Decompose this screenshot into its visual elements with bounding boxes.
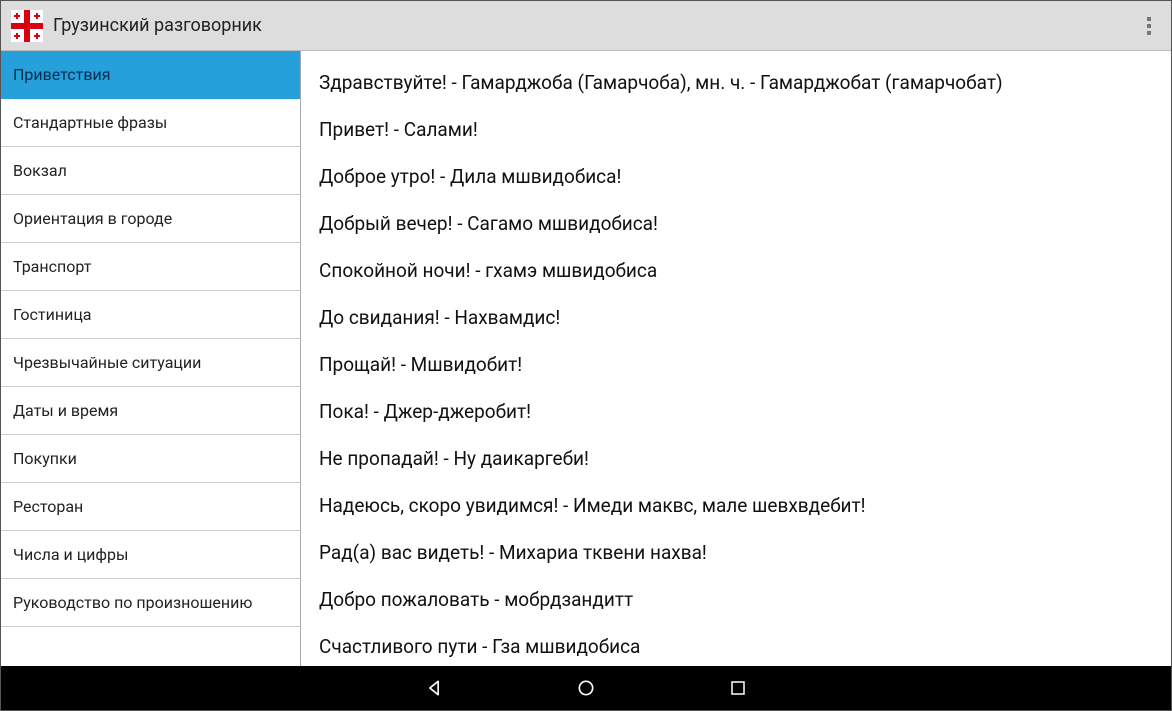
- sidebar-item-label: Чрезвычайные ситуации: [13, 353, 201, 372]
- sidebar-item-label: Руководство по произношению: [13, 593, 252, 612]
- sidebar-item-9[interactable]: Ресторан: [1, 483, 300, 531]
- phrase-item[interactable]: Спокойной ночи! - гхамэ мшвидобиса: [319, 259, 1153, 282]
- nav-recent-icon[interactable]: [727, 677, 749, 699]
- sidebar-item-label: Даты и время: [13, 401, 118, 420]
- app-frame: Грузинский разговорник Приветствия Станда…: [0, 0, 1172, 711]
- sidebar-item-label: Покупки: [13, 449, 77, 468]
- sidebar-item-label: Числа и цифры: [13, 545, 128, 564]
- sidebar-item-6[interactable]: Чрезвычайные ситуации: [1, 339, 300, 387]
- phrase-item[interactable]: Не пропадай! - Ну даикаргеби!: [319, 447, 1153, 470]
- sidebar-item-8[interactable]: Покупки: [1, 435, 300, 483]
- sidebar-item-label: Гостиница: [13, 305, 92, 324]
- sidebar: Приветствия Стандартные фразы Вокзал Ориент…: [1, 51, 301, 666]
- phrase-item[interactable]: Добро пожаловать - мобрдзандитт: [319, 588, 1153, 611]
- sidebar-item-7[interactable]: Даты и время: [1, 387, 300, 435]
- sidebar-item-label: Ориентация в городе: [13, 209, 172, 228]
- sidebar-item-label: Транспорт: [13, 257, 91, 276]
- phrase-item[interactable]: Добрый вечер! - Сагамо мшвидобиса!: [319, 212, 1153, 235]
- sidebar-item-3[interactable]: Ориентация в городе: [1, 195, 300, 243]
- app-icon-georgian-flag: [11, 10, 43, 42]
- app-title: Грузинский разговорник: [53, 15, 1137, 36]
- nav-back-icon[interactable]: [423, 677, 445, 699]
- phrase-item[interactable]: До свидания! - Нахвамдис!: [319, 306, 1153, 329]
- phrase-item[interactable]: Рад(а) вас видеть! - Михариа тквени нахв…: [319, 541, 1153, 564]
- phrase-item[interactable]: Счастливого пути - Гза мшвидобиса: [319, 635, 1153, 658]
- phrase-item[interactable]: Здравствуйте! - Гамарджоба (Гамарчоба), …: [319, 71, 1153, 94]
- sidebar-item-4[interactable]: Транспорт: [1, 243, 300, 291]
- phrase-item[interactable]: Прощай! - Мшвидобит!: [319, 353, 1153, 376]
- sidebar-item-10[interactable]: Числа и цифры: [1, 531, 300, 579]
- sidebar-item-label: Стандартные фразы: [13, 113, 167, 132]
- body: Приветствия Стандартные фразы Вокзал Ориент…: [1, 51, 1171, 666]
- content-area[interactable]: Здравствуйте! - Гамарджоба (Гамарчоба), …: [301, 51, 1171, 666]
- sidebar-item-11[interactable]: Руководство по произношению: [1, 579, 300, 627]
- sidebar-item-5[interactable]: Гостиница: [1, 291, 300, 339]
- sidebar-item-2[interactable]: Вокзал: [1, 147, 300, 195]
- nav-home-icon[interactable]: [575, 677, 597, 699]
- phrase-item[interactable]: Пока! - Джер-джеробит!: [319, 400, 1153, 423]
- sidebar-item-label: Вокзал: [13, 161, 67, 180]
- phrase-item[interactable]: Привет! - Салами!: [319, 118, 1153, 141]
- phrase-item[interactable]: Надеюсь, скоро увидимся! - Имеди маквс, …: [319, 494, 1153, 517]
- action-bar: Грузинский разговорник: [1, 1, 1171, 51]
- sidebar-item-0[interactable]: Приветствия: [1, 51, 300, 99]
- sidebar-item-1[interactable]: Стандартные фразы: [1, 99, 300, 147]
- sidebar-item-label: Приветствия: [13, 65, 110, 84]
- android-nav-bar: [1, 666, 1171, 710]
- sidebar-item-label: Ресторан: [13, 497, 83, 516]
- overflow-menu-icon[interactable]: [1137, 10, 1161, 42]
- phrase-item[interactable]: Доброе утро! - Дила мшвидобиса!: [319, 165, 1153, 188]
